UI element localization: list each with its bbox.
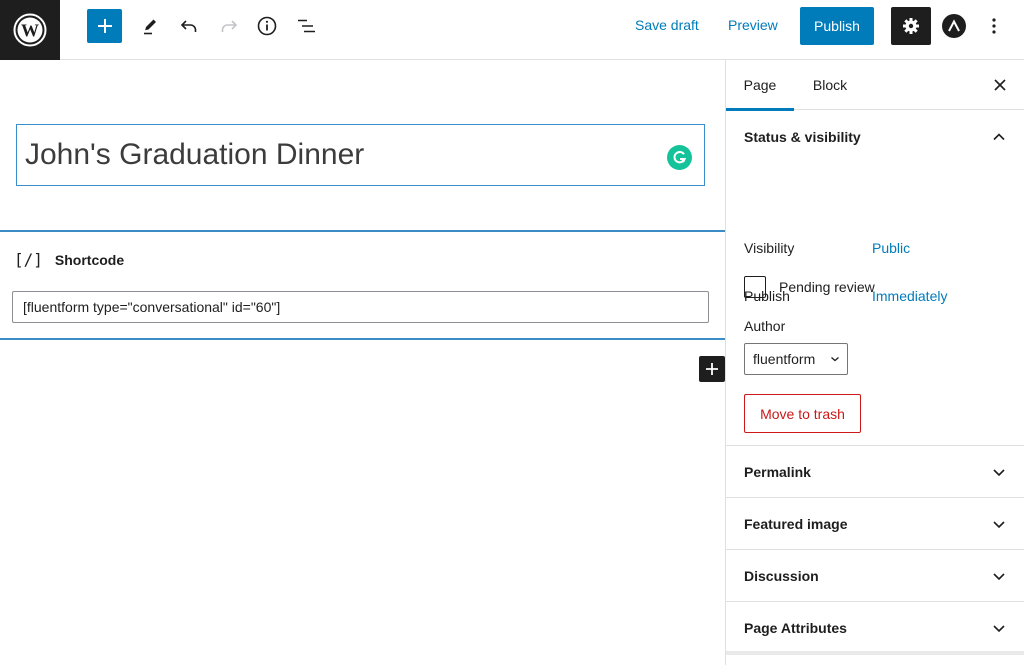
move-to-trash-button[interactable]: Move to trash <box>744 394 861 433</box>
grammarly-button[interactable] <box>667 145 692 170</box>
sidebar-tabs: Page Block <box>726 60 1024 111</box>
editor-canvas: John's Graduation Dinner [/] Shortcode [… <box>0 60 725 665</box>
discussion-panel: Discussion <box>726 550 1024 602</box>
astra-logo-icon <box>948 19 960 32</box>
discussion-toggle[interactable]: Discussion <box>726 550 1024 602</box>
plus-icon <box>97 19 112 33</box>
wordpress-logo-button[interactable]: W <box>0 0 60 60</box>
chevron-up-icon <box>993 133 1005 141</box>
featured-image-panel: Featured image <box>726 498 1024 550</box>
shortcode-input[interactable]: [fluentform type="conversational" id="60… <box>12 291 709 323</box>
post-title-text: John's Graduation Dinner <box>25 138 365 171</box>
save-draft-button[interactable]: Save draft <box>635 17 699 33</box>
panel-title: Permalink <box>744 464 811 480</box>
chevron-down-icon <box>831 357 839 362</box>
permalink-toggle[interactable]: Permalink <box>726 446 1024 498</box>
chevron-down-icon <box>993 573 1005 581</box>
add-block-button[interactable] <box>87 9 122 43</box>
author-select[interactable]: fluentform <box>744 343 848 375</box>
wordpress-logo-icon: W <box>13 13 47 47</box>
settings-sidebar: Page Block Status & visibility Visibilit… <box>725 60 1024 665</box>
svg-text:W: W <box>21 21 39 41</box>
shortcode-block-header: [/] Shortcode <box>14 250 124 269</box>
tools-button[interactable] <box>137 8 163 44</box>
close-sidebar-button[interactable] <box>989 74 1011 96</box>
plus-icon <box>706 363 718 375</box>
featured-image-toggle[interactable]: Featured image <box>726 498 1024 550</box>
panel-title: Discussion <box>744 568 819 584</box>
redo-icon <box>221 20 238 32</box>
status-visibility-panel: Status & visibility Visibility Public Pu… <box>726 111 1024 446</box>
editor-header: W Save draft Preview Publish <box>0 0 1024 60</box>
pending-review-checkbox[interactable] <box>744 276 766 298</box>
astra-settings-button[interactable] <box>942 14 966 38</box>
status-visibility-toggle[interactable]: Status & visibility <box>726 111 1024 163</box>
panel-title: Featured image <box>744 516 848 532</box>
close-icon <box>994 79 1006 91</box>
tab-block[interactable]: Block <box>806 60 854 110</box>
visibility-value-button[interactable]: Public <box>872 240 910 256</box>
visibility-label: Visibility <box>744 240 795 256</box>
undo-button[interactable] <box>176 8 202 44</box>
page-attributes-panel: Page Attributes <box>726 602 1024 655</box>
chevron-down-icon <box>993 625 1005 633</box>
chevron-down-icon <box>993 521 1005 529</box>
page-attributes-toggle[interactable]: Page Attributes <box>726 602 1024 654</box>
undo-icon <box>180 20 197 32</box>
list-view-button[interactable] <box>294 8 320 44</box>
pending-review-label[interactable]: Pending review <box>779 279 875 295</box>
more-options-button[interactable] <box>982 14 1006 38</box>
post-title-field[interactable]: John's Graduation Dinner <box>16 124 705 186</box>
shortcode-icon: [/] <box>14 250 43 269</box>
preview-button[interactable]: Preview <box>728 17 778 33</box>
add-block-inline-button[interactable] <box>699 356 725 382</box>
details-button[interactable] <box>254 8 280 44</box>
panel-title: Status & visibility <box>744 129 861 145</box>
settings-button[interactable] <box>891 7 931 45</box>
chevron-down-icon <box>993 469 1005 477</box>
permalink-panel: Permalink <box>726 446 1024 498</box>
publish-button[interactable]: Publish <box>800 7 874 45</box>
redo-button[interactable] <box>216 8 242 44</box>
publish-date-button[interactable]: Immediately <box>872 288 947 304</box>
author-selected-value: fluentform <box>753 351 816 367</box>
panel-title: Page Attributes <box>744 620 847 636</box>
more-vertical-icon <box>992 18 996 34</box>
gear-icon <box>903 18 919 34</box>
grammarly-icon <box>673 151 687 164</box>
info-icon <box>257 16 277 36</box>
shortcode-block[interactable]: [/] Shortcode [fluentform type="conversa… <box>0 230 725 340</box>
list-view-icon <box>298 19 315 33</box>
tab-page[interactable]: Page <box>726 60 794 111</box>
pencil-icon <box>144 19 156 35</box>
author-label: Author <box>744 318 786 334</box>
shortcode-block-label: Shortcode <box>54 251 125 268</box>
